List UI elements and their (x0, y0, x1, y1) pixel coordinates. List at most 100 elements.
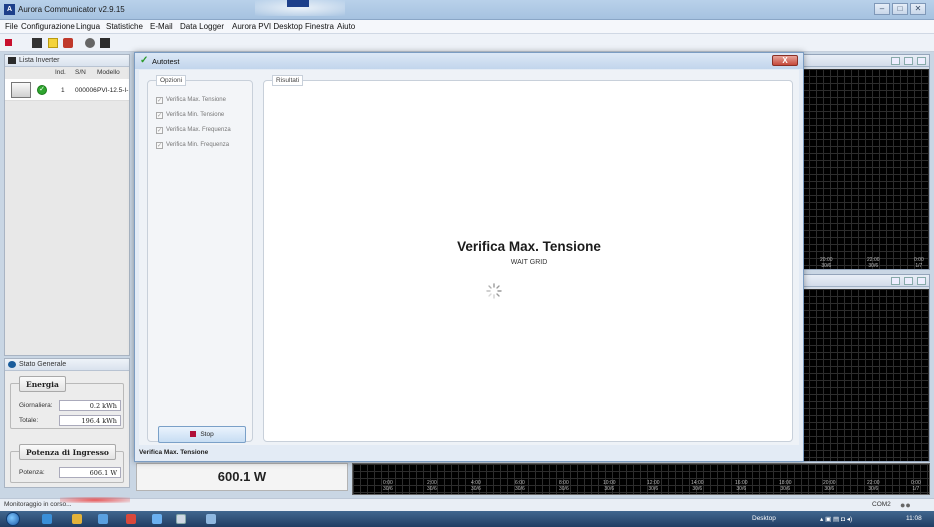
browser-icon[interactable] (42, 514, 52, 524)
inverter-icon[interactable] (32, 38, 42, 48)
explorer-icon[interactable] (72, 514, 82, 524)
chart-window-middle-bar (801, 275, 929, 287)
chart-bottom-tick-7: 14:00 30/6 (691, 480, 704, 492)
stop-button[interactable]: Stop (158, 426, 246, 443)
tool-icon[interactable] (206, 514, 216, 524)
chart-top-tick-0: 20:00 30/6 (820, 257, 833, 269)
chart-top-minimize-button[interactable] (891, 57, 900, 65)
potenza-label: Potenza: (19, 469, 45, 476)
chart-bottom-tick-6: 12:00 30/6 (647, 480, 660, 492)
stop-icon (190, 431, 197, 437)
checkbox-icon[interactable]: ✓ (156, 142, 163, 149)
checkbox-icon[interactable]: ✓ (156, 127, 163, 134)
results-group: Risultati Verifica Max. Tensione WAIT GR… (263, 75, 793, 442)
menu-statistiche[interactable]: Statistiche (106, 22, 143, 31)
chart-middle-close-button[interactable] (917, 277, 926, 285)
inverter-device-icon (11, 82, 31, 98)
stato-generale-title: Stato Generale (19, 361, 67, 368)
window-icon[interactable] (152, 514, 162, 524)
aurora-taskbar-icon[interactable] (176, 514, 186, 524)
media-icon[interactable] (98, 514, 108, 524)
chart-bottom-tick-11: 22:00 30/6 (867, 480, 880, 492)
menu-file[interactable]: File (5, 22, 18, 31)
menu-data-logger[interactable]: Data Logger (180, 22, 224, 31)
inverter-list-title: Lista Inverter (19, 57, 60, 64)
chart-bottom-tick-3: 6:00 30/6 (515, 480, 525, 492)
connection-status-icon: ●● (900, 500, 911, 510)
inverter-list-icon (8, 57, 16, 64)
checkbox-icon[interactable]: ✓ (156, 112, 163, 119)
inverter-list-panel: Lista Inverter Ind. S/N Modello ✓ 1 0000… (4, 54, 130, 356)
list-icon[interactable] (100, 38, 110, 48)
stato-icon (8, 361, 16, 368)
checkbox-icon[interactable]: ✓ (156, 97, 163, 104)
option-label: Verifica Max. Frequenza (166, 127, 231, 133)
menu-bar: File Configurazione Lingua Statistiche E… (0, 20, 934, 34)
autotest-title: Autotest (152, 57, 180, 66)
giornaliera-value: 0.2 kWh (59, 400, 121, 411)
chart-window-top: 20:00 30/6 22:00 30/6 0:00 1/7 (800, 54, 930, 270)
chart-top-tick-1: 22:00 30/6 (867, 257, 880, 269)
chart-bottom-tick-5: 10:00 30/6 (603, 480, 616, 492)
chart-middle-maximize-button[interactable] (904, 277, 913, 285)
menu-finestra[interactable]: Finestra (305, 22, 334, 31)
result-heading: Verifica Max. Tensione (457, 239, 601, 254)
status-ok-icon: ✓ (37, 85, 47, 95)
option-max-frequenza[interactable]: ✓ Verifica Max. Frequenza (156, 127, 231, 134)
inverter-sn: 000006 (75, 87, 97, 94)
chart-middle-minimize-button[interactable] (891, 277, 900, 285)
chart-top-plot: 20:00 30/6 22:00 30/6 0:00 1/7 (802, 69, 929, 269)
maximize-button[interactable]: □ (892, 3, 908, 15)
option-min-tensione[interactable]: ✓ Verifica Min. Tensione (156, 112, 224, 119)
folder-icon[interactable] (48, 38, 58, 48)
app-red-icon[interactable] (126, 514, 136, 524)
autotest-body: Opzioni ✓ Verifica Max. Tensione ✓ Verific… (139, 70, 799, 445)
result-status: WAIT GRID (510, 259, 548, 266)
toolbar (0, 34, 934, 52)
energia-title: Energia (19, 376, 66, 392)
inverter-row[interactable]: ✓ 1 000006 PVI-12.5-I- (5, 79, 129, 101)
chart-middle-plot (802, 289, 929, 461)
chart-top-maximize-button[interactable] (904, 57, 913, 65)
column-sn[interactable]: S/N (75, 69, 86, 76)
chart-top-tick-2: 0:00 1/7 (914, 257, 924, 269)
tray-icons[interactable]: ▴ ▣ ▤ ◘ ◂) (820, 515, 880, 523)
chart-window-middle (800, 274, 930, 462)
column-model[interactable]: Modello (97, 69, 120, 76)
start-button-icon[interactable] (6, 512, 20, 526)
chart-bottom-tick-2: 4:00 30/6 (471, 480, 481, 492)
clock[interactable]: 11:08 (906, 515, 922, 522)
close-window-button[interactable]: ✕ (910, 3, 926, 15)
chart-top-close-button[interactable] (917, 57, 926, 65)
gear-icon[interactable] (85, 38, 95, 48)
record-icon[interactable] (63, 38, 73, 48)
option-max-tensione[interactable]: ✓ Verifica Max. Tensione (156, 97, 226, 104)
option-min-frequenza[interactable]: ✓ Verifica Min. Frequenza (156, 142, 229, 149)
app-logo-icon: A (4, 4, 15, 15)
menu-aurora-pvi-desktop[interactable]: Aurora PVI Desktop (232, 22, 303, 31)
inverter-ind: 1 (61, 87, 65, 94)
stop-label: Stop (200, 431, 214, 438)
column-ind[interactable]: Ind. (55, 69, 66, 76)
potenza-ingresso-title: Potenza di Ingresso (19, 444, 116, 460)
status-bar: Monitoraggio in corso... COM2 ●● (0, 497, 934, 511)
menu-aiuto[interactable]: Aiuto (337, 22, 355, 31)
titlebar-highlight (287, 0, 309, 7)
minimize-button[interactable]: – (874, 3, 890, 15)
chart-window-top-bar (801, 55, 929, 67)
menu-lingua[interactable]: Lingua (76, 22, 100, 31)
inverter-model: PVI-12.5-I- (97, 87, 129, 94)
chart-bottom-tick-1: 2:00 30/6 (427, 480, 437, 492)
dialog-close-button[interactable]: X (772, 55, 798, 66)
menu-configurazione[interactable]: Configurazione (21, 22, 75, 31)
chart-bottom-plot: 0:00 30/6 2:00 30/6 4:00 30/6 6:00 30/6 8:00… (352, 463, 930, 495)
stato-generale-panel: Stato Generale Energia Giornaliera: 0.2 … (4, 358, 130, 488)
option-label: Verifica Min. Frequenza (166, 142, 230, 148)
desktop-toolbar-label[interactable]: Desktop (752, 515, 776, 522)
status-text: Monitoraggio in corso... (4, 501, 72, 508)
chart-bottom-tick-10: 20:00 30/6 (823, 480, 836, 492)
menu-email[interactable]: E-Mail (150, 22, 173, 31)
option-label: Verifica Max. Tensione (166, 97, 226, 103)
inverter-list-header: Lista Inverter (5, 55, 129, 67)
stop-monitor-icon[interactable] (5, 39, 12, 46)
